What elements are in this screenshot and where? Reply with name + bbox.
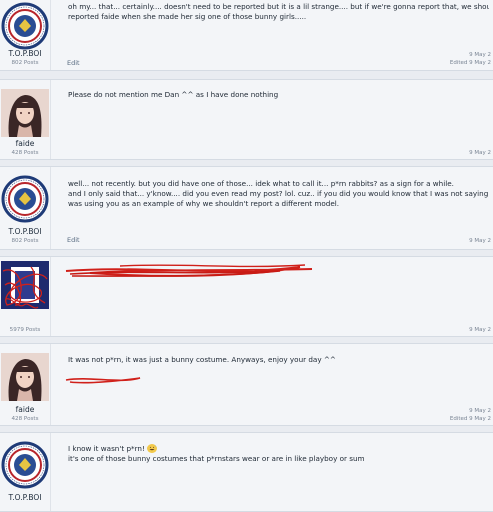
post-body: Please do not mention me Dan ^^ as I hav… [68,90,489,100]
post-author-panel: T.O.P.BOI 802 Posts [0,167,51,249]
author-name[interactable]: faide [0,139,50,148]
author-name[interactable]: faide [0,405,50,414]
post-count: 5979 Posts [9,327,41,333]
post-author-panel: T.O.P.BOI 802 Posts [0,0,51,70]
girl-avatar-icon[interactable] [1,89,49,137]
post-author-panel: faide 428 Posts [0,80,51,159]
post-line: and I only said that... y'know.... did y… [68,189,489,198]
post-body: oh my... that... certainly.... doesn't n… [68,2,489,22]
author-name[interactable]: T.O.P.BOI [0,49,50,58]
post-body: well... not recently. but you did have o… [68,179,489,209]
post-author-panel: faide 428 Posts [0,344,51,425]
post-count: 802 Posts [11,238,39,244]
post-line: I know it wasn't p*rn! [68,444,489,454]
seal-avatar-icon[interactable] [1,441,49,489]
edited-date: Edited 9 May 2 [449,60,491,66]
post-body: I know it wasn't p*rn! it's one of those… [68,444,489,464]
post-author-panel: 5979 Posts [0,257,51,336]
post-author-panel: T.O.P.BOI [0,433,51,511]
post-date[interactable]: 9 May 2 [469,408,491,414]
post-line: Please do not mention me Dan ^^ as I hav… [68,90,279,99]
post-line: it's one of those bunny costumes that p*… [68,454,365,463]
seal-avatar-icon[interactable] [1,175,49,223]
post-line: reported faide when she made her sig one… [68,12,307,21]
post-2: faide 428 Posts Please do not mention me… [0,79,493,160]
post-date[interactable]: 9 May 2 [469,52,491,58]
post-date[interactable]: 9 May 2 [469,238,491,244]
seal-avatar-icon[interactable] [1,2,49,50]
post-count: 802 Posts [11,60,39,66]
post-count: 428 Posts [11,416,39,422]
edit-link[interactable]: Edit [67,59,80,67]
post-date[interactable]: 9 May 2 [469,150,491,156]
post-3: T.O.P.BOI 802 Posts well... not recently… [0,166,493,250]
edited-date: Edited 9 May 2 [449,416,491,422]
post-line: well... not recently. but you did have o… [68,179,454,188]
author-name[interactable]: T.O.P.BOI [0,227,50,236]
post-4: 5979 Posts 9 May 2 [0,256,493,337]
post-line: It was not p*rn, it was just a bunny cos… [68,355,336,364]
scribbled-avatar-icon[interactable] [1,261,49,309]
girl-avatar-icon[interactable] [1,353,49,401]
post-date[interactable]: 9 May 2 [469,327,491,333]
post-5: faide 428 Posts It was not p*rn, it was … [0,343,493,426]
grinning-sweat-emoji-icon [147,444,158,453]
edit-link[interactable]: Edit [67,236,80,244]
post-1: T.O.P.BOI 802 Posts oh my... that... cer… [0,0,493,71]
post-line: was using you as an example of why we sh… [68,199,340,208]
post-count: 428 Posts [11,150,39,156]
author-name[interactable]: T.O.P.BOI [0,493,50,502]
post-6: T.O.P.BOI I know it wasn't p*rn! it's on… [0,432,493,512]
post-body: It was not p*rn, it was just a bunny cos… [68,355,489,365]
redaction-scribble [5,264,313,309]
post-line: oh my... that... certainly.... doesn't n… [68,2,489,11]
